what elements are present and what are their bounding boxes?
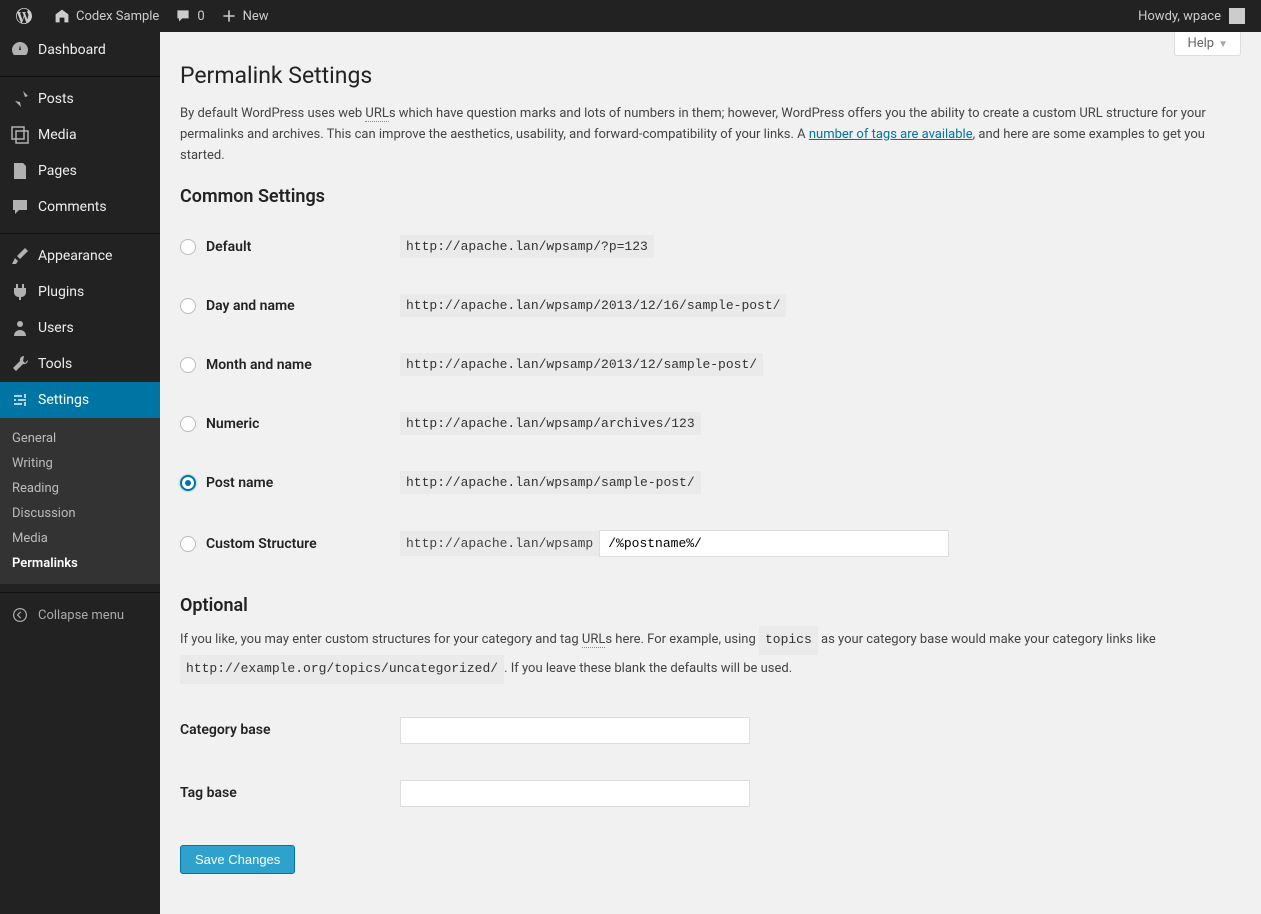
dashboard-icon [10, 40, 30, 60]
sidebar-item-pages[interactable]: Pages [0, 153, 160, 189]
example-day-name: http://apache.lan/wpsamp/2013/12/16/samp… [400, 294, 786, 317]
radio-month-name[interactable] [180, 357, 196, 373]
submenu-general[interactable]: General [0, 426, 160, 451]
option-custom-label[interactable]: Custom Structure [180, 536, 400, 552]
home-icon [54, 8, 70, 24]
tag-base-input[interactable] [400, 780, 750, 807]
user-icon [10, 318, 30, 338]
sidebar-item-appearance[interactable]: Appearance [0, 238, 160, 274]
save-button[interactable]: Save Changes [180, 845, 295, 874]
admin-sidebar: Dashboard Posts Media Pages Comments App… [0, 32, 160, 914]
sidebar-item-dashboard[interactable]: Dashboard [0, 32, 160, 68]
option-post-name: Post name http://apache.lan/wpsamp/sampl… [180, 453, 1241, 512]
intro-text: By default WordPress uses web URLs which… [180, 104, 1240, 166]
comments-link[interactable]: 0 [167, 0, 212, 32]
option-custom: Custom Structure http://apache.lan/wpsam… [180, 512, 1241, 575]
my-account[interactable]: Howdy, wpace [1130, 0, 1253, 32]
page-icon [10, 161, 30, 181]
common-settings-heading: Common Settings [180, 186, 1241, 207]
settings-icon [10, 390, 30, 410]
option-numeric-label[interactable]: Numeric [180, 416, 400, 432]
comment-icon [10, 197, 30, 217]
chevron-down-icon: ▼ [1218, 39, 1228, 50]
optional-intro: If you like, you may enter custom struct… [180, 626, 1240, 684]
tags-link[interactable]: number of tags are available [809, 127, 973, 142]
tag-base-row: Tag base [180, 762, 1241, 825]
sidebar-item-posts[interactable]: Posts [0, 81, 160, 117]
submenu-media[interactable]: Media [0, 526, 160, 551]
wp-logo[interactable] [8, 0, 46, 32]
new-label: New [243, 9, 269, 24]
submenu-reading[interactable]: Reading [0, 476, 160, 501]
howdy-text: Howdy, wpace [1138, 9, 1221, 24]
optional-heading: Optional [180, 595, 1241, 616]
submenu-writing[interactable]: Writing [0, 451, 160, 476]
content-area: Help▼ Permalink Settings By default Word… [160, 32, 1261, 914]
sidebar-item-users[interactable]: Users [0, 310, 160, 346]
radio-numeric[interactable] [180, 416, 196, 432]
option-default: Default http://apache.lan/wpsamp/?p=123 [180, 217, 1241, 276]
radio-post-name[interactable] [180, 475, 196, 491]
radio-default[interactable] [180, 239, 196, 255]
custom-structure-input[interactable] [599, 530, 949, 557]
collapse-menu[interactable]: Collapse menu [0, 597, 160, 633]
pin-icon [10, 89, 30, 109]
plugin-icon [10, 282, 30, 302]
option-post-name-label[interactable]: Post name [180, 475, 400, 491]
submenu-permalinks[interactable]: Permalinks [0, 551, 160, 576]
media-icon [10, 125, 30, 145]
option-default-label[interactable]: Default [180, 239, 400, 255]
site-name-link[interactable]: Codex Sample [46, 0, 167, 32]
collapse-icon [10, 605, 30, 625]
tag-base-label: Tag base [180, 785, 400, 801]
category-base-label: Category base [180, 722, 400, 738]
sidebar-item-plugins[interactable]: Plugins [0, 274, 160, 310]
wordpress-icon [16, 8, 32, 24]
comment-icon [175, 8, 191, 24]
admin-bar: Codex Sample 0 New Howdy, wpace [0, 0, 1261, 32]
example-numeric: http://apache.lan/wpsamp/archives/123 [400, 412, 701, 435]
sidebar-item-settings[interactable]: Settings [0, 382, 160, 418]
radio-day-name[interactable] [180, 298, 196, 314]
settings-submenu: General Writing Reading Discussion Media… [0, 418, 160, 584]
option-day-name-label[interactable]: Day and name [180, 298, 400, 314]
sidebar-item-media[interactable]: Media [0, 117, 160, 153]
option-month-name-label[interactable]: Month and name [180, 357, 400, 373]
custom-prefix: http://apache.lan/wpsamp [400, 531, 599, 556]
comment-count: 0 [197, 9, 204, 24]
category-base-row: Category base [180, 699, 1241, 762]
brush-icon [10, 246, 30, 266]
example-post-name: http://apache.lan/wpsamp/sample-post/ [400, 471, 701, 494]
category-base-input[interactable] [400, 717, 750, 744]
submenu-discussion[interactable]: Discussion [0, 501, 160, 526]
new-content-link[interactable]: New [213, 0, 277, 32]
plus-icon [221, 8, 237, 24]
avatar [1229, 8, 1245, 24]
option-numeric: Numeric http://apache.lan/wpsamp/archive… [180, 394, 1241, 453]
help-tab[interactable]: Help▼ [1174, 32, 1241, 56]
sidebar-item-tools[interactable]: Tools [0, 346, 160, 382]
sidebar-item-comments[interactable]: Comments [0, 189, 160, 225]
site-name: Codex Sample [76, 9, 159, 24]
page-title: Permalink Settings [180, 62, 1241, 89]
option-month-name: Month and name http://apache.lan/wpsamp/… [180, 335, 1241, 394]
option-day-name: Day and name http://apache.lan/wpsamp/20… [180, 276, 1241, 335]
radio-custom[interactable] [180, 536, 196, 552]
example-month-name: http://apache.lan/wpsamp/2013/12/sample-… [400, 353, 763, 376]
example-default: http://apache.lan/wpsamp/?p=123 [400, 235, 654, 258]
wrench-icon [10, 354, 30, 374]
